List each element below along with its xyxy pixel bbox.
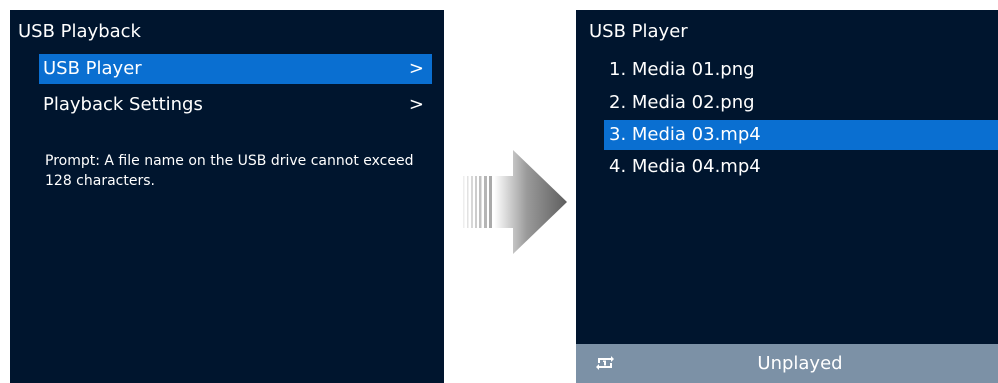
usb-playback-screen: USB Playback USB Player > Playback Setti…: [10, 10, 444, 383]
screen-title: USB Player: [589, 21, 688, 42]
file-list-item[interactable]: 2. Media 02.png: [604, 88, 998, 118]
chevron-right-icon: >: [408, 58, 424, 79]
menu-item-label: USB Player: [43, 58, 142, 79]
screen-title: USB Playback: [18, 21, 141, 42]
chevron-right-icon: >: [408, 94, 424, 115]
menu-item-usb-player[interactable]: USB Player >: [39, 54, 432, 84]
menu-item-label: Playback Settings: [43, 94, 203, 115]
file-list-item-selected[interactable]: 3. Media 03.mp4: [604, 120, 998, 150]
transition-arrow-icon: [463, 150, 567, 254]
menu-item-playback-settings[interactable]: Playback Settings >: [39, 90, 432, 120]
file-list-item[interactable]: 1. Media 01.png: [604, 55, 998, 85]
playback-status: Unplayed: [757, 353, 843, 374]
file-list-item[interactable]: 4. Media 04.mp4: [604, 152, 998, 182]
status-bar: Unplayed: [576, 344, 998, 383]
prompt-text: Prompt: A file name on the USB drive can…: [45, 153, 414, 189]
usb-player-screen: USB Player 1. Media 01.png 2. Media 02.p…: [576, 10, 998, 383]
